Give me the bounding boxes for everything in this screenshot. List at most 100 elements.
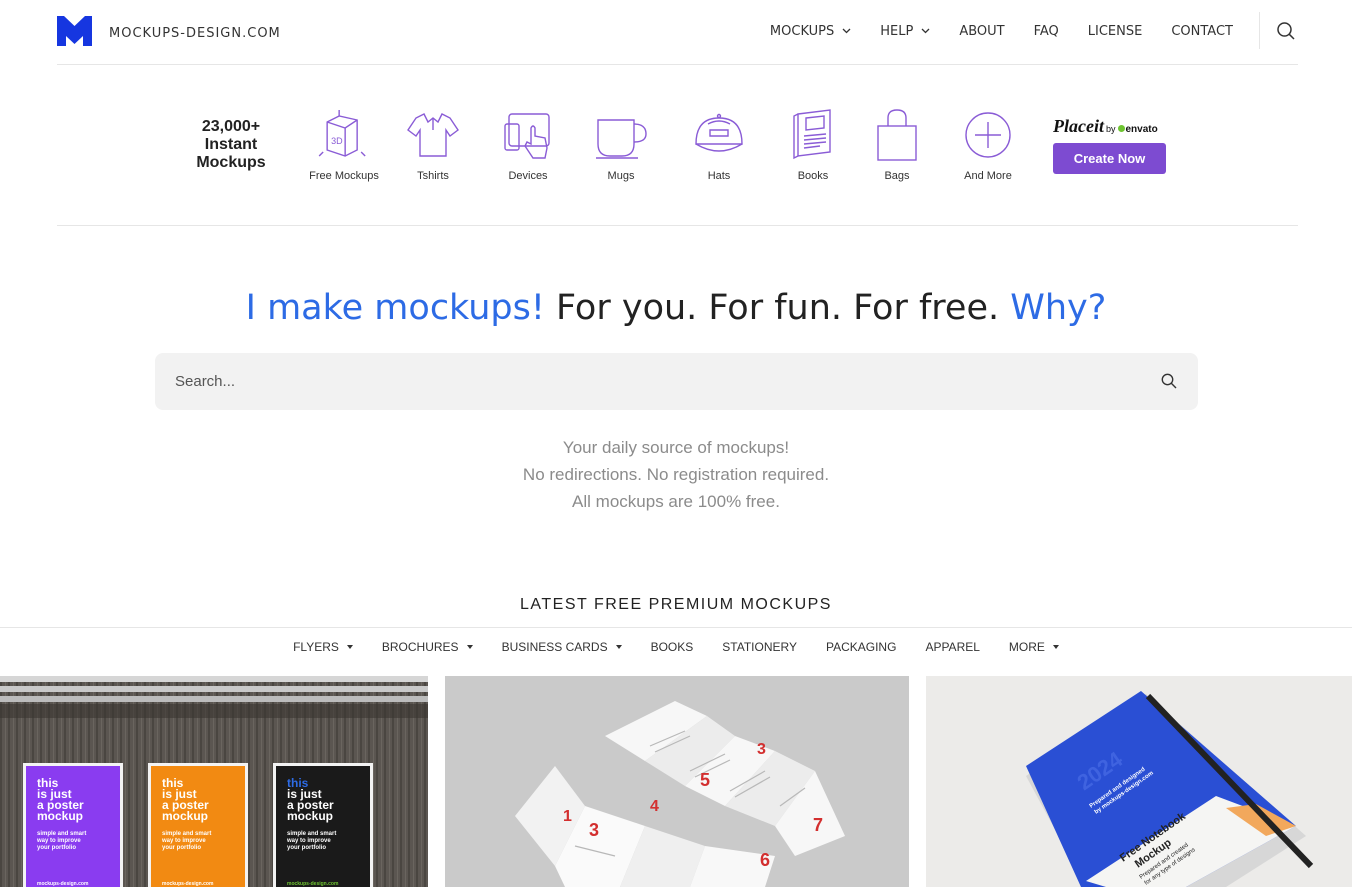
nav-help[interactable]: HELP <box>880 24 930 39</box>
poster-sub: your portfolio <box>162 845 201 851</box>
category-tshirts[interactable]: Tshirts <box>406 108 460 182</box>
placeit-by: by <box>1105 124 1116 134</box>
brochure-number: 3 <box>589 820 599 840</box>
plus-icon <box>965 112 1011 158</box>
brochure-number: 4 <box>650 798 659 815</box>
mockup-card-notebook[interactable]: 2024 Prepared and designed by mockups-de… <box>926 676 1352 887</box>
brochure-number: 1 <box>563 808 572 825</box>
hero-part-2: For you. For fun. For free. <box>544 288 1011 328</box>
brochure-number: 3 <box>757 741 766 758</box>
category-label: Bags <box>884 170 910 182</box>
poster-footer: mockups-design.com <box>162 881 214 887</box>
filter-apparel[interactable]: APPAREL <box>925 640 979 654</box>
category-bar: 23,000+ Instant Mockups 3D Free Mockups … <box>57 66 1298 226</box>
why-link[interactable]: Why? <box>1010 288 1106 328</box>
category-label: Hats <box>707 170 731 182</box>
mockup-card-posters[interactable]: this is just a poster mockup this is jus… <box>0 676 428 887</box>
divider <box>0 627 1352 628</box>
poster-sub: your portfolio <box>287 845 326 851</box>
caret-down-icon <box>346 645 353 649</box>
nav-license[interactable]: LICENSE <box>1088 24 1143 39</box>
poster-sub: simple and smart <box>162 831 211 837</box>
hero-part-1: I make mockups! <box>245 288 545 328</box>
filter-more[interactable]: MORE <box>1009 640 1059 654</box>
site-header: MOCKUPS-DESIGN.COM MOCKUPS HELP ABOUT FA… <box>57 0 1298 65</box>
category-label: Tshirts <box>417 170 449 182</box>
count-line: Instant <box>204 136 258 153</box>
hat-icon <box>695 113 743 152</box>
filter-books[interactable]: BOOKS <box>651 640 694 654</box>
poster-sub: way to improve <box>286 838 331 844</box>
filter-label: MORE <box>1008 640 1045 654</box>
poster-sub: simple and smart <box>287 831 336 837</box>
mockup-card-brochures[interactable]: 1 3 4 5 3 6 7 <box>445 676 909 887</box>
filter-label: BUSINESS CARDS <box>501 640 608 654</box>
tagline: Your daily source of mockups! No redirec… <box>0 434 1352 515</box>
placeit-logo[interactable]: Placeit by envato <box>1053 116 1167 137</box>
tagline-line: Your daily source of mockups! <box>562 438 790 457</box>
book-icon <box>793 109 831 160</box>
poster-headline: mockup <box>162 809 208 823</box>
category-mugs[interactable]: Mugs <box>594 108 648 182</box>
poster-headline: mockup <box>287 809 333 823</box>
filter-flyers[interactable]: FLYERS <box>293 640 353 654</box>
nav-divider <box>1259 12 1260 49</box>
count-line: 23,000+ <box>201 118 261 135</box>
nav-mockups[interactable]: MOCKUPS <box>770 24 851 39</box>
filter-brochures[interactable]: BROCHURES <box>382 640 473 654</box>
caret-down-icon <box>615 645 622 649</box>
chevron-down-icon <box>921 28 930 34</box>
nav-faq[interactable]: FAQ <box>1034 24 1059 39</box>
poster-sub: your portfolio <box>37 845 76 851</box>
search-icon[interactable] <box>1160 372 1178 390</box>
logo-mark-icon <box>57 16 92 46</box>
search-icon[interactable] <box>1274 19 1298 43</box>
poster-footer: mockups-design.com <box>287 881 339 887</box>
tagline-line: No redirections. No registration require… <box>522 465 830 484</box>
tagline-line: All mockups are 100% free. <box>572 492 780 511</box>
category-label: And More <box>964 170 1012 182</box>
category-free-mockups[interactable]: 3D Free Mockups <box>309 108 379 182</box>
filter-packaging[interactable]: PACKAGING <box>826 640 896 654</box>
nav-mockups-label: MOCKUPS <box>769 23 835 39</box>
nav-contact[interactable]: CONTACT <box>1171 24 1233 39</box>
caret-down-icon <box>466 645 473 649</box>
devices-icon <box>504 113 550 159</box>
mockup-count: 23,000+ Instant Mockups <box>187 118 275 172</box>
chevron-down-icon <box>842 28 851 34</box>
search-input[interactable] <box>155 353 1198 410</box>
notebook-mockup-image: 2024 Prepared and designed by mockups-de… <box>926 676 1352 887</box>
site-logo[interactable]: MOCKUPS-DESIGN.COM <box>57 14 280 46</box>
placeit-partner: envato <box>1125 124 1158 135</box>
filter-stationery[interactable]: STATIONERY <box>722 640 797 654</box>
count-line: Mockups <box>196 154 266 171</box>
main-nav: MOCKUPS HELP ABOUT FAQ LICENSE CONTACT <box>741 0 1233 62</box>
brochure-mockup-image: 1 3 4 5 3 6 7 <box>445 676 909 887</box>
filter-label: FLYERS <box>293 640 339 654</box>
poster-sub: simple and smart <box>37 831 86 837</box>
caret-down-icon <box>1052 645 1059 649</box>
nav-about[interactable]: ABOUT <box>959 24 1004 39</box>
tshirt-icon <box>407 113 459 157</box>
create-now-button[interactable]: Create Now <box>1053 143 1166 174</box>
filter-business-cards[interactable]: BUSINESS CARDS <box>502 640 622 654</box>
poster-footer: mockups-design.com <box>37 881 89 887</box>
placeit-promo: Placeit by envato Create Now <box>1053 116 1167 174</box>
envato-leaf-icon <box>1117 125 1125 132</box>
category-books[interactable]: Books <box>786 108 840 182</box>
category-devices[interactable]: Devices <box>501 108 555 182</box>
category-label: Devices <box>508 170 548 182</box>
nav-help-label: HELP <box>880 23 914 39</box>
poster-headline: mockup <box>37 809 83 823</box>
brochure-number: 6 <box>760 850 770 870</box>
poster-sub: way to improve <box>161 838 206 844</box>
poster-mockup-image: this is just a poster mockup this is jus… <box>0 676 428 887</box>
category-and-more[interactable]: And More <box>961 108 1015 182</box>
placeit-brand: Placeit <box>1053 116 1104 136</box>
brochure-number: 7 <box>813 815 823 835</box>
latest-heading: LATEST FREE PREMIUM MOCKUPS <box>520 596 832 613</box>
mug-icon <box>596 119 647 159</box>
category-bags[interactable]: Bags <box>870 108 924 182</box>
category-hats[interactable]: Hats <box>692 108 746 182</box>
bag-icon <box>877 109 917 161</box>
